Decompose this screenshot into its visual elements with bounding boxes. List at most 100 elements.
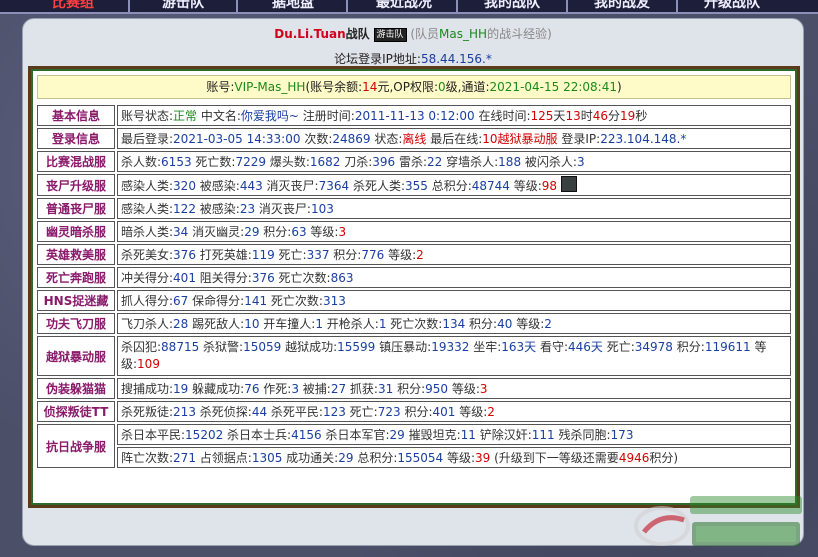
stat-value: 2: [416, 248, 424, 262]
stat-value: 27: [330, 382, 347, 396]
tab-my-team[interactable]: 我的战队: [484, 0, 540, 11]
server-label[interactable]: 越狱暴动服: [37, 336, 115, 376]
stat-value: 10越狱暴动服: [482, 132, 558, 146]
stat-value: 119611: [704, 340, 751, 354]
server-stats: 冲关得分:401 阻关得分:376 死亡次数:863: [117, 267, 791, 288]
op-level: 0: [438, 80, 446, 94]
stat-label: 杀日本平民:: [121, 428, 186, 442]
stat-label: 飞刀杀人:: [121, 317, 174, 331]
team-name[interactable]: Du.Li.Tuan: [274, 27, 345, 41]
server-label[interactable]: 英雄救美服: [37, 244, 115, 265]
server-stats: 阵亡次数:271 占领据点:1305 成功通关:29 总积分:155054 等级…: [117, 447, 791, 468]
stat-label: 分: [608, 109, 621, 123]
nav-divider: [566, 0, 568, 12]
stat-value: 67: [173, 294, 189, 308]
stat-value: 163天: [501, 340, 537, 354]
server-label[interactable]: 侦探叛徒TT: [37, 401, 115, 422]
tab-guerrilla[interactable]: 游击队: [162, 0, 204, 11]
nav-divider: [346, 0, 348, 12]
top-nav: 比赛组 游击队 据地盘 最近战况 我的战队 我的战友 升级战队: [0, 0, 818, 14]
stat-value: 40: [497, 317, 513, 331]
stat-value: 15599: [337, 340, 376, 354]
server-label[interactable]: 普通丧尸服: [37, 198, 115, 219]
server-label[interactable]: 登录信息: [37, 128, 115, 149]
stat-value: 6153: [161, 155, 192, 169]
server-label[interactable]: 功夫飞刀服: [37, 313, 115, 334]
stats-row: 死亡奔跑服 冲关得分:401 阻关得分:376 死亡次数:863: [37, 267, 791, 288]
stat-value: 你爱我吗~: [240, 109, 299, 123]
tab-territory[interactable]: 据地盘: [272, 0, 314, 11]
stat-value: 7364: [318, 179, 350, 193]
stat-value: 271: [173, 451, 196, 465]
server-label[interactable]: 抗日战争服: [37, 424, 115, 468]
server-stats: 抓人得分:67 保命得分:141 死亡次数:313: [117, 290, 791, 311]
tab-recent-battles[interactable]: 最近战况: [376, 0, 432, 11]
stats-row: 幽灵暗杀服 暗杀人类:34 消灭幽灵:29 积分:63 等级:3: [37, 221, 791, 242]
stat-value: 134: [442, 317, 466, 331]
stat-value: 401: [432, 405, 456, 419]
stat-value: 123: [322, 405, 346, 419]
stats-frame: 账号:VIP-Mas_HH(账号余额:14元,OP权限:0级,通道:2021-0…: [31, 69, 797, 505]
stat-label: 占领据点:: [195, 451, 252, 465]
stat-label: 总积分:: [427, 179, 472, 193]
stat-value: 13: [565, 109, 581, 123]
stat-label: 成功通关:: [282, 451, 339, 465]
stat-value: 119: [251, 248, 275, 262]
stat-label: 天: [553, 109, 566, 123]
stat-label: 残杀同胞:: [554, 428, 611, 442]
tab-match[interactable]: 比赛组: [52, 0, 94, 11]
stat-label: 等级:: [384, 248, 417, 262]
tab-upgrade-team[interactable]: 升级战队: [704, 0, 760, 11]
member-name[interactable]: Mas_HH: [439, 27, 487, 41]
stats-row: HNS捉迷藏 抓人得分:67 保命得分:141 死亡次数:313: [37, 290, 791, 311]
stat-label: 积分:: [259, 225, 292, 239]
stat-value: 376: [173, 248, 196, 262]
stat-value: 950: [425, 382, 449, 396]
stat-label: 积分:: [672, 340, 705, 354]
stat-value: 723: [377, 405, 401, 419]
stat-value: 31: [377, 382, 394, 396]
server-label[interactable]: 幽灵暗杀服: [37, 221, 115, 242]
stat-label: 开枪杀人:: [322, 317, 379, 331]
stat-label: 杀死美女:: [121, 248, 174, 262]
server-label[interactable]: 伪装躲猫猫: [37, 378, 115, 399]
stat-label: 杀死人类:: [349, 179, 405, 193]
stat-label: 时: [580, 109, 593, 123]
stat-label: (升级到下一等级还需要: [490, 451, 619, 465]
stat-label: 冲关得分:: [121, 271, 174, 285]
nav-divider: [676, 0, 678, 12]
tab-my-comrades[interactable]: 我的战友: [594, 0, 650, 11]
stat-value: 44: [251, 405, 268, 419]
stat-label: 看守:: [536, 340, 568, 354]
stat-label: 次数:: [300, 132, 333, 146]
server-label[interactable]: 死亡奔跑服: [37, 267, 115, 288]
stat-label: 积分): [649, 451, 679, 465]
stat-value: 11: [460, 428, 476, 442]
stat-label: 阵亡次数:: [121, 451, 174, 465]
stat-value: 离线: [402, 132, 427, 146]
server-stats: 杀死美女:376 打死英雄:119 死亡:337 积分:776 等级:2: [117, 244, 791, 265]
stat-label: 积分:: [393, 382, 426, 396]
stat-label: 坐牢:: [469, 340, 502, 354]
server-label[interactable]: 丧尸升级服: [37, 174, 115, 196]
server-stats: 最后登录:2021-03-05 14:33:00 次数:24869 状态:离线 …: [117, 128, 791, 149]
stat-label: 杀囚犯:: [121, 340, 162, 354]
server-label[interactable]: 比赛混战服: [37, 151, 115, 172]
stats-row: 丧尸升级服 感染人类:320 被感染:443 消灭丧尸:7364 杀死人类:355…: [37, 174, 791, 196]
server-label[interactable]: HNS捉迷藏: [37, 290, 115, 311]
stat-value: 98: [541, 179, 558, 193]
stat-label: 抓人得分:: [121, 294, 174, 308]
stats-row: 阵亡次数:271 占领据点:1305 成功通关:29 总积分:155054 等级…: [37, 447, 791, 468]
stat-label: 等级:: [443, 451, 476, 465]
stat-label: 感染人类:: [121, 202, 174, 216]
stats-row: 侦探叛徒TT 杀死叛徒:213 杀死侦探:44 杀死平民:123 死亡:723 积…: [37, 401, 791, 422]
stat-label: 最后登录:: [121, 132, 174, 146]
team-badge: 游击队: [373, 28, 407, 42]
server-label[interactable]: 基本信息: [37, 105, 115, 126]
stat-value: 2021-03-05 14:33:00: [173, 132, 301, 146]
stat-value: 155054: [397, 451, 444, 465]
rank-avatar-icon: [561, 176, 578, 192]
stat-value: 76: [244, 382, 260, 396]
stat-value: 7229: [235, 155, 266, 169]
server-stats: 暗杀人类:34 消灭幽灵:29 积分:63 等级:3: [117, 221, 791, 242]
